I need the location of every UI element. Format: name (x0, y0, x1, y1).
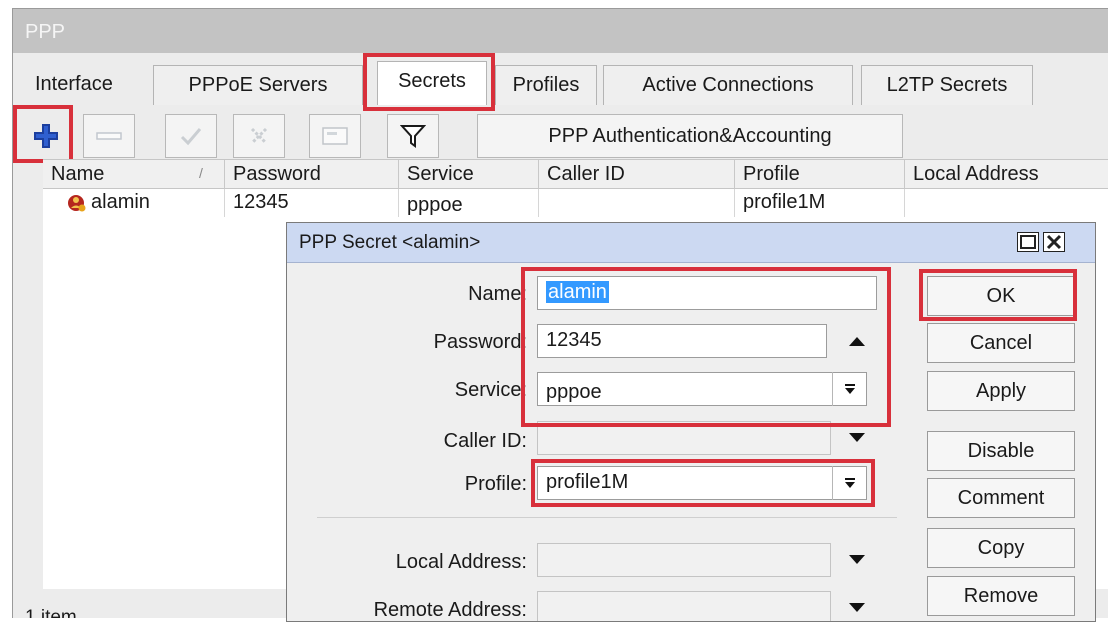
tab-profiles[interactable]: Profiles (495, 65, 597, 105)
caller-id-label: Caller ID: (443, 430, 527, 452)
column-local-address[interactable]: Local Address (905, 160, 1108, 190)
remote-address-field[interactable] (537, 591, 831, 621)
profile-select[interactable]: profile1M (537, 466, 867, 500)
window-title: PPP (13, 9, 1108, 53)
ppp-auth-accounting-button[interactable]: PPP Authentication&Accounting (477, 114, 903, 158)
maximize-button[interactable] (1017, 232, 1039, 252)
tab-active-connections[interactable]: Active Connections (603, 65, 853, 105)
name-field-value: alamin (546, 281, 609, 303)
column-profile[interactable]: Profile (735, 160, 905, 190)
remote-address-label: Remote Address: (373, 599, 527, 621)
password-label: Password: (433, 331, 527, 353)
cell-password: 12345 (225, 189, 399, 217)
column-caller-id[interactable]: Caller ID (539, 160, 735, 190)
profile-label: Profile: (464, 473, 527, 495)
ppp-secret-dialog: PPP Secret <alamin> Name: alamin Passwor… (286, 222, 1096, 622)
enable-button[interactable] (165, 114, 217, 158)
filter-icon (400, 125, 426, 148)
add-button[interactable] (25, 114, 67, 158)
chevron-down-icon (844, 384, 855, 394)
service-dropdown-button[interactable] (832, 372, 866, 406)
column-password[interactable]: Password (225, 160, 399, 190)
remove-button[interactable] (83, 114, 135, 158)
ok-button[interactable]: OK (927, 276, 1075, 316)
cell-service: pppoe (399, 189, 539, 217)
apply-button[interactable]: Apply (927, 371, 1075, 411)
column-name[interactable]: Name / (43, 160, 225, 190)
password-toggle-button[interactable] (839, 324, 875, 358)
close-icon (1046, 234, 1062, 250)
separator (317, 517, 897, 518)
cell-local-address (905, 189, 1108, 217)
sort-indicator-icon: / (199, 165, 203, 181)
maximize-icon (1020, 235, 1036, 249)
tab-l2tp-secrets[interactable]: L2TP Secrets (861, 65, 1033, 105)
name-label: Name: (468, 283, 527, 305)
cell-name: alamin (43, 189, 225, 217)
caller-id-field[interactable] (537, 421, 831, 455)
triangle-down-icon (849, 555, 865, 564)
profile-dropdown-button[interactable] (832, 466, 866, 500)
table-header: Name / Password Service Caller ID Profil… (43, 159, 1108, 190)
cancel-button[interactable]: Cancel (927, 323, 1075, 363)
triangle-down-icon (849, 433, 865, 442)
disable-button[interactable]: Disable (927, 431, 1075, 471)
filter-button[interactable] (387, 114, 439, 158)
check-icon (180, 128, 202, 146)
column-service[interactable]: Service (399, 160, 539, 190)
tab-pppoe-servers[interactable]: PPPoE Servers (153, 65, 363, 105)
service-select[interactable]: pppoe (537, 372, 867, 406)
caller-id-dropdown-button[interactable] (839, 421, 875, 455)
service-value: pppoe (546, 381, 602, 403)
profile-value: profile1M (546, 471, 629, 493)
service-label: Service: (454, 379, 527, 401)
cross-icon (250, 127, 268, 145)
copy-button[interactable]: Copy (927, 528, 1075, 568)
user-icon (68, 195, 86, 212)
close-button[interactable] (1043, 232, 1065, 252)
comment-button[interactable]: Comment (927, 478, 1075, 518)
table-row[interactable]: alamin 12345 pppoe profile1M (43, 189, 1108, 217)
local-address-label: Local Address: (395, 551, 527, 573)
minus-icon (96, 132, 122, 140)
triangle-down-icon (849, 603, 865, 612)
plus-icon (34, 124, 58, 148)
note-icon (322, 127, 348, 145)
dialog-title: PPP Secret <alamin> (287, 223, 1095, 263)
status-bar-text: 1 item (25, 607, 77, 618)
triangle-up-icon (849, 337, 865, 346)
remove-button[interactable]: Remove (927, 576, 1075, 616)
tab-secrets[interactable]: Secrets (377, 61, 487, 105)
column-name-label: Name (51, 163, 105, 185)
comment-button[interactable] (309, 114, 361, 158)
name-field[interactable]: alamin (537, 276, 877, 310)
cell-caller-id (539, 189, 735, 217)
password-field[interactable]: 12345 (537, 324, 827, 358)
chevron-down-icon (844, 478, 855, 488)
disable-button[interactable] (233, 114, 285, 158)
remote-address-dropdown-button[interactable] (839, 591, 875, 621)
local-address-dropdown-button[interactable] (839, 543, 875, 577)
row-name-value: alamin (91, 191, 150, 213)
tab-interface[interactable]: Interface (23, 65, 143, 105)
cell-profile: profile1M (735, 189, 905, 217)
local-address-field[interactable] (537, 543, 831, 577)
